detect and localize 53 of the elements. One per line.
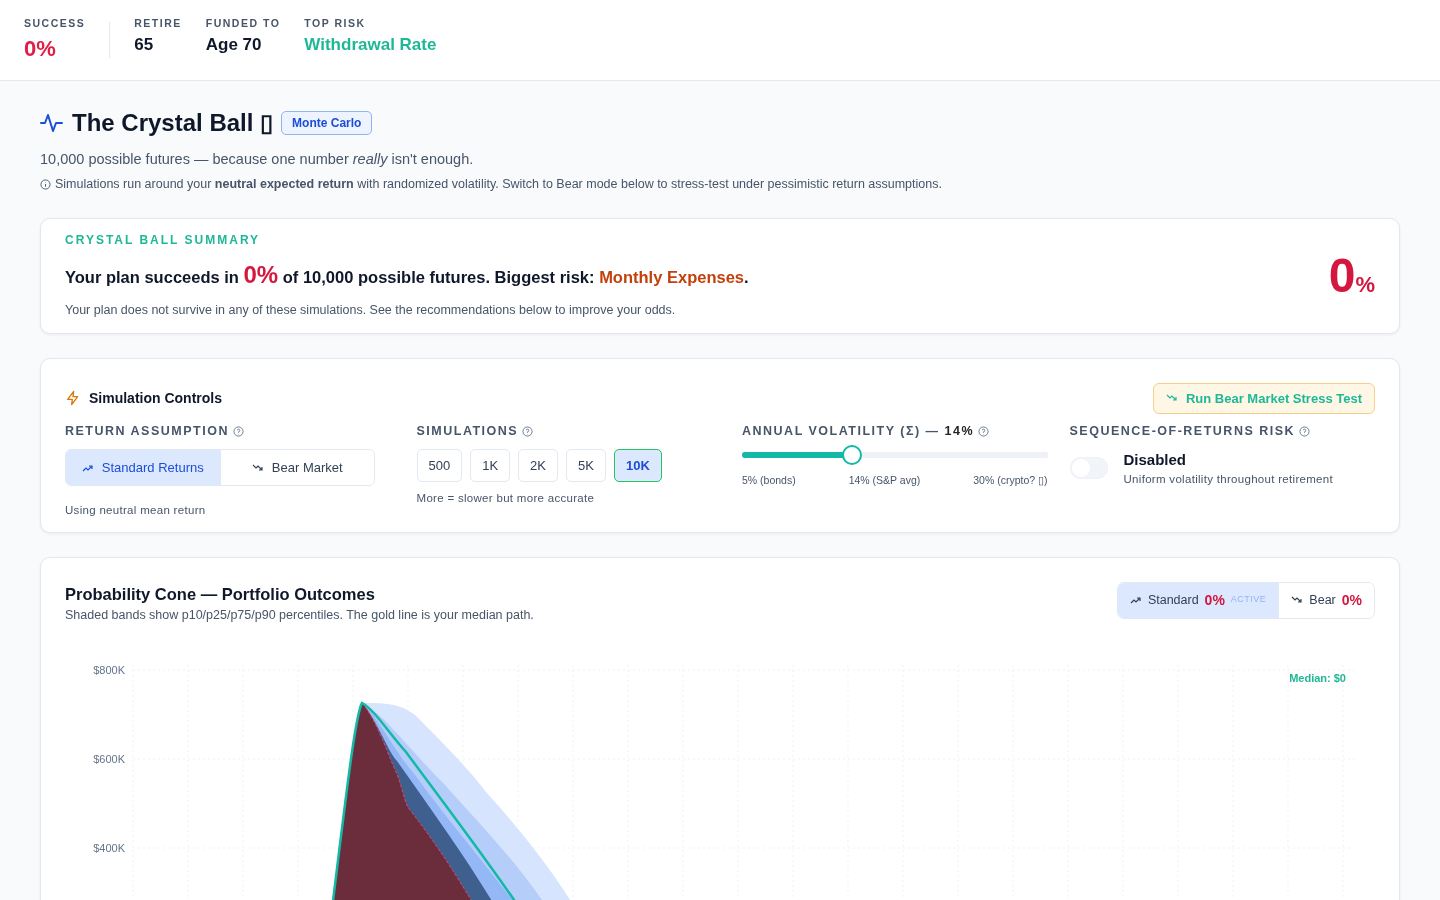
- group-label: RETURN ASSUMPTION: [65, 423, 229, 440]
- page-title: The Crystal Ball ▯: [72, 108, 274, 138]
- lightning-icon: [65, 390, 81, 407]
- hint-text: Uniform volatility throughout retirement: [1123, 472, 1333, 488]
- axis-label: $800K: [93, 664, 125, 676]
- help-icon: [978, 425, 990, 437]
- simulation-count-button[interactable]: 2K: [518, 448, 558, 483]
- hint-text: Using neutral mean return: [65, 503, 207, 519]
- simulation-count-button[interactable]: 10K: [613, 448, 662, 483]
- stat-value: 0%: [24, 34, 57, 63]
- summary-detail: Your plan does not survive in any of these simulations. See the recommendations below to improve your odds.: [65, 302, 677, 320]
- stat-label: TOP RISK: [304, 16, 367, 31]
- scale-label: 30% (crypto? ▯): [973, 472, 1048, 488]
- stat-label: RETIRE: [134, 16, 182, 31]
- axis-label: $400K: [93, 842, 125, 854]
- simulation-count-button[interactable]: 500: [416, 448, 463, 483]
- scenario-tab[interactable]: Standard 0% ACTIVE: [1117, 582, 1279, 618]
- group-label: SEQUENCE-OF-RETURNS RISK: [1069, 423, 1296, 440]
- scale-label: 5% (bonds): [742, 472, 796, 488]
- summary-eyebrow: CRYSTAL BALL SUMMARY: [65, 232, 262, 250]
- scenario-tab[interactable]: Bear 0%: [1278, 582, 1374, 618]
- return-option[interactable]: Bear Market: [219, 449, 374, 486]
- chart-title: Probability Cone — Portfolio Outcomes: [65, 583, 376, 605]
- help-icon: [522, 425, 534, 437]
- stat-label: SUCCESS: [24, 16, 86, 31]
- help-icon: [1299, 425, 1311, 437]
- pulse-icon: [40, 111, 64, 135]
- summary-headline: Your plan succeeds in 0% of 10,000 possible futures. Biggest risk: Monthly Expenses.: [65, 260, 749, 291]
- trend-down-icon: [1291, 594, 1304, 606]
- simulation-count-button[interactable]: 5K: [566, 448, 606, 483]
- scale-label: 14% (S&P avg): [848, 472, 921, 488]
- chart-subtitle: Shaded bands show p10/p25/p75/p90 percentiles. The gold line is your median path.: [65, 607, 534, 625]
- return-option[interactable]: Standard Returns: [66, 449, 220, 486]
- info-note: Simulations run around your neutral expected return with randomized volatility. Switch to Bear mode below to stress-test under pessimistic return assumptions.: [55, 175, 942, 193]
- stat-label: FUNDED TO: [205, 16, 281, 31]
- help-icon: [232, 425, 244, 437]
- median-label: Median: $0: [1289, 672, 1346, 684]
- trend-up-icon: [1129, 594, 1142, 606]
- subtitle: 10,000 possible futures — because one number really isn't enough.: [40, 150, 475, 169]
- method-badge: Monte Carlo: [281, 111, 373, 135]
- stat-value: 65: [134, 33, 155, 56]
- slider-thumb[interactable]: [841, 444, 862, 465]
- stat-value: Age 70: [205, 33, 263, 56]
- hint-text: More = slower but more accurate: [416, 491, 596, 507]
- group-label: ANNUAL VOLATILITY (Σ) — 14%: [742, 423, 975, 440]
- success-rate: 0%: [1328, 251, 1375, 300]
- toggle-state: Disabled: [1123, 449, 1188, 470]
- group-label: SIMULATIONS: [416, 423, 519, 440]
- axis-label: $600K: [93, 753, 125, 765]
- simulation-count-button[interactable]: 1K: [470, 448, 511, 483]
- info-icon: [40, 178, 51, 190]
- stat-value: Withdrawal Rate: [304, 33, 437, 56]
- section-title: Simulation Controls: [89, 388, 222, 408]
